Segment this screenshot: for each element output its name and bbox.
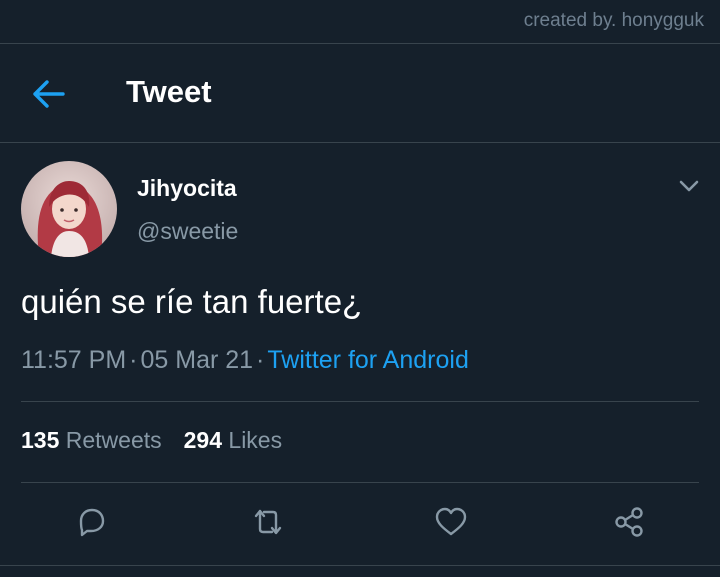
- meta-separator: ·: [129, 346, 138, 374]
- chevron-down-icon[interactable]: [678, 178, 700, 194]
- watermark-credit: created by. honygguk: [523, 10, 704, 31]
- avatar[interactable]: [21, 161, 117, 257]
- retweets-label: Retweets: [65, 427, 162, 453]
- stats-divider: [21, 482, 699, 483]
- meta-divider: [21, 401, 699, 402]
- retweets-stat[interactable]: 135 Retweets: [21, 427, 162, 453]
- page-title: Tweet: [126, 74, 212, 109]
- tweet-source-link[interactable]: Twitter for Android: [267, 346, 468, 374]
- like-icon[interactable]: [431, 502, 471, 542]
- retweets-count: 135: [21, 427, 60, 453]
- tweet-date: 05 Mar 21: [140, 346, 254, 374]
- author-display-name[interactable]: Jihyocita: [137, 175, 237, 202]
- reply-icon[interactable]: [71, 502, 111, 542]
- meta-separator: ·: [256, 346, 265, 374]
- tweet-meta: 11:57 PM · 05 Mar 21 · Twitter for Android: [21, 346, 469, 375]
- tweet-page: created by. honygguk Tweet Jihyocita @sw…: [0, 0, 720, 577]
- likes-label: Likes: [228, 427, 283, 453]
- likes-count: 294: [183, 427, 223, 453]
- share-icon[interactable]: [610, 502, 650, 542]
- author-handle[interactable]: @sweetie: [137, 218, 238, 245]
- tweet-stats: 135 Retweets 294 Likes: [21, 427, 282, 454]
- retweet-icon[interactable]: [248, 502, 288, 542]
- header-divider: [0, 142, 720, 143]
- tweet-time: 11:57 PM: [21, 346, 127, 374]
- top-bar: Tweet: [0, 44, 720, 142]
- actions-divider: [0, 565, 720, 566]
- tweet-text: quién se ríe tan fuerte¿: [21, 283, 363, 320]
- arrow-left-icon[interactable]: [32, 80, 66, 108]
- likes-stat[interactable]: 294 Likes: [184, 427, 282, 453]
